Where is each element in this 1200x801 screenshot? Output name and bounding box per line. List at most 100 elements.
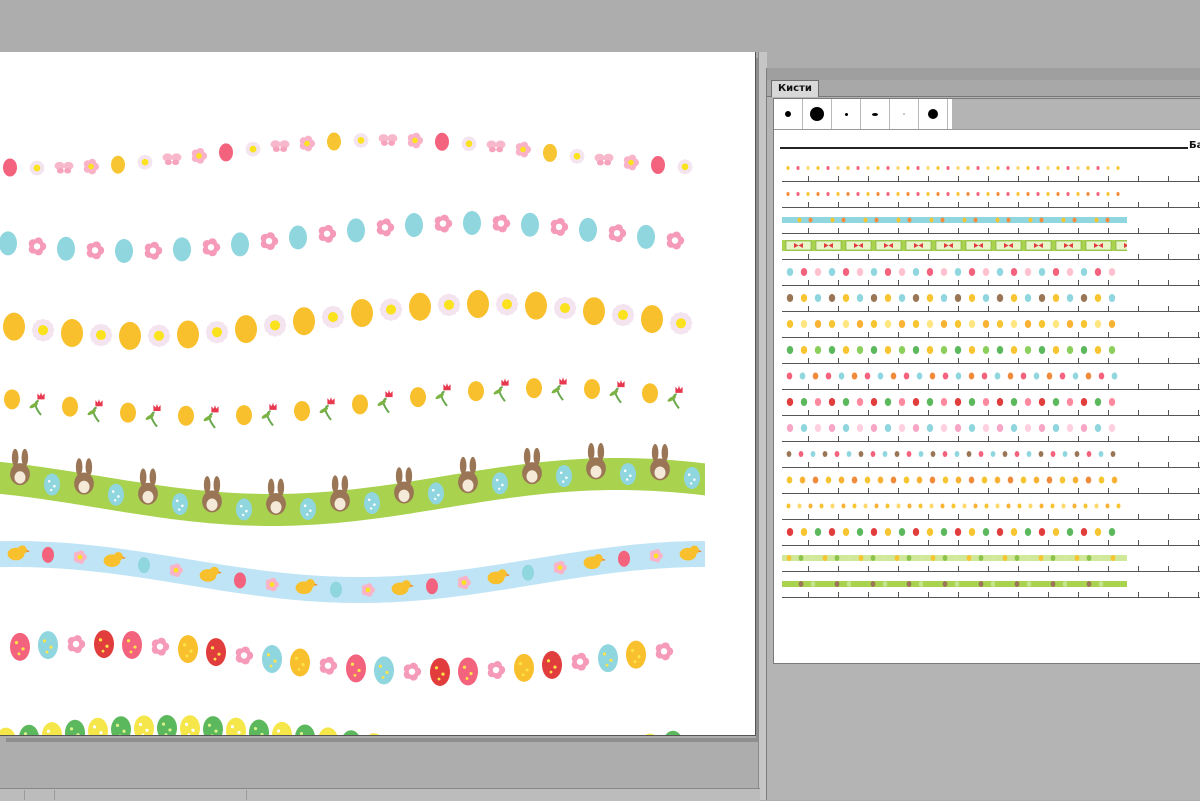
brush-blue-chick-ribbon[interactable] xyxy=(782,213,1200,239)
brush-motif xyxy=(1062,218,1066,223)
tile-tick xyxy=(988,436,989,442)
status-segment[interactable] xyxy=(56,790,247,800)
brush-motif xyxy=(871,320,877,328)
brush-motif xyxy=(871,555,876,561)
brush-chicks[interactable] xyxy=(782,473,1200,499)
garland-artwork[interactable] xyxy=(0,52,756,736)
egg-dot xyxy=(560,471,563,474)
butterfly-wing xyxy=(172,160,179,165)
brush-motif xyxy=(967,581,972,587)
egg-dot xyxy=(385,671,388,674)
brush-motif xyxy=(1006,166,1009,170)
brush-motif xyxy=(826,373,832,380)
brush-bunny-band[interactable] xyxy=(782,291,1200,317)
flower-center xyxy=(270,582,275,587)
tip-faint[interactable] xyxy=(890,99,919,129)
brush-motif xyxy=(1053,528,1059,536)
tile-tick xyxy=(868,280,869,286)
tile-tick xyxy=(1078,410,1079,416)
tile-tick xyxy=(838,306,839,312)
egg-dot xyxy=(260,733,263,736)
brush-motif xyxy=(967,555,972,561)
brush-motif xyxy=(1086,192,1089,196)
daisy-center xyxy=(96,330,106,340)
brush-motif xyxy=(847,581,852,587)
brush-orange-pink-dots[interactable] xyxy=(782,187,1200,213)
brush-motif xyxy=(813,477,819,484)
tile-tick xyxy=(1198,254,1199,260)
brush-motif xyxy=(917,373,923,380)
egg-icon xyxy=(42,722,62,736)
brush-motif xyxy=(1047,477,1053,484)
tile-tick xyxy=(1048,462,1049,468)
brush-motif xyxy=(997,424,1003,432)
brush-motif xyxy=(878,373,884,380)
brush-yellow-eggs-daisies[interactable] xyxy=(782,317,1200,343)
brush-motif xyxy=(1086,166,1089,170)
brush-green-bunny-ribbon[interactable] xyxy=(782,577,1200,603)
tip-tiny-dot[interactable] xyxy=(832,99,861,129)
egg-dot xyxy=(50,489,52,491)
egg-icon xyxy=(180,715,200,736)
brush-motif xyxy=(786,192,789,196)
tip-large-round[interactable] xyxy=(803,99,832,129)
status-segment[interactable] xyxy=(26,790,55,800)
brush-motif xyxy=(913,424,919,432)
tip-tapered[interactable] xyxy=(861,99,890,129)
brush-motif xyxy=(899,268,905,276)
brush-bee-ribbon[interactable] xyxy=(782,551,1200,577)
brush-motif xyxy=(956,166,959,170)
status-segment[interactable] xyxy=(0,790,25,800)
egg-icon xyxy=(426,578,438,594)
tile-tick xyxy=(1168,280,1169,286)
tile-tick xyxy=(1108,410,1109,416)
brush-tulips[interactable] xyxy=(782,395,1200,421)
artboard[interactable] xyxy=(0,52,756,736)
basic-brush-stroke[interactable] xyxy=(780,147,1188,149)
tile-tick xyxy=(958,306,959,312)
egg-icon xyxy=(492,472,508,494)
brush-motif xyxy=(1111,555,1116,561)
tip-medium-round[interactable] xyxy=(919,99,948,129)
brush-motif xyxy=(1040,218,1044,223)
tip-small-round[interactable] xyxy=(774,99,803,129)
brush-mixed-small-eggs[interactable] xyxy=(782,369,1200,395)
tile-tick xyxy=(928,280,929,286)
brush-pink-yellow-dots[interactable] xyxy=(782,161,1200,187)
brush-motif xyxy=(956,373,962,380)
tulip-icon xyxy=(385,390,392,397)
tile-tick xyxy=(1048,592,1049,598)
brush-motif xyxy=(1067,424,1073,432)
egg-dot xyxy=(441,672,444,675)
tile-tick xyxy=(1168,488,1169,494)
brush-motif xyxy=(1025,398,1031,406)
brush-dotted-bunnies[interactable] xyxy=(782,447,1200,473)
egg-icon xyxy=(0,231,17,255)
egg-dot xyxy=(522,673,525,676)
brush-motif xyxy=(955,555,960,561)
tile-tick xyxy=(838,228,839,234)
brush-butterflies[interactable] xyxy=(782,421,1200,447)
brush-motif xyxy=(946,166,949,170)
daisy-center xyxy=(682,163,689,170)
brush-motif xyxy=(983,346,989,354)
brush-motif xyxy=(1063,451,1068,457)
brush-blue-egg-flowers[interactable] xyxy=(782,265,1200,291)
egg-icon xyxy=(663,731,683,736)
tab-brushes[interactable]: Кисти xyxy=(771,80,819,97)
egg-dot xyxy=(214,658,217,661)
flower-center xyxy=(266,238,272,244)
brush-motif xyxy=(801,398,807,406)
egg-icon xyxy=(651,156,665,174)
tile-tick xyxy=(898,462,899,468)
canvas-area[interactable] xyxy=(0,52,756,736)
bunny-belly xyxy=(207,499,218,511)
daisy-center xyxy=(34,165,41,172)
daisy-center xyxy=(560,303,570,313)
brush-motif xyxy=(1111,451,1116,457)
brush-green-bow-ribbon[interactable] xyxy=(782,239,1200,265)
brush-small-chicks[interactable] xyxy=(782,499,1200,525)
brush-green-eggs[interactable] xyxy=(782,343,1200,369)
brush-motif xyxy=(1006,192,1009,196)
brush-tulip-eggs[interactable] xyxy=(782,525,1200,551)
